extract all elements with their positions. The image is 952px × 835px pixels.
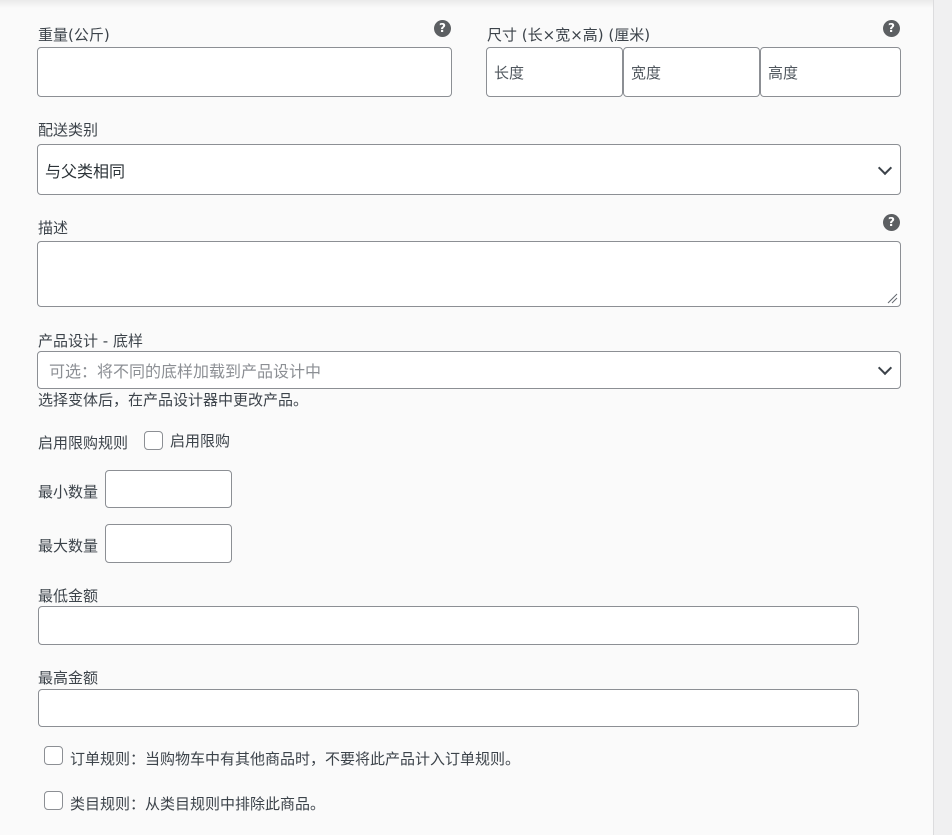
description-help-icon[interactable]: ?	[883, 214, 900, 231]
variation-panel: 重量(公斤) ? 尺寸 (长×宽×高) (厘米) ? 长度 宽度 高度 配送类别…	[0, 0, 934, 835]
dimensions-label: 尺寸 (长×宽×高) (厘米)	[487, 26, 651, 44]
max-amount-label: 最高金额	[38, 669, 99, 687]
design-template-placeholder: 可选：将不同的底样加载到产品设计中	[49, 362, 322, 381]
min-amount-input[interactable]	[38, 606, 859, 645]
shipping-class-selected: 与父类相同	[45, 161, 126, 181]
design-template-label: 产品设计 - 底样	[38, 332, 143, 350]
weight-input[interactable]	[37, 47, 452, 97]
max-qty-label: 最大数量	[38, 537, 99, 555]
description-textarea[interactable]	[37, 241, 901, 307]
min-qty-input[interactable]	[105, 470, 232, 508]
category-rule-label: 类目规则：	[70, 795, 146, 813]
panel-top-shadow	[0, 0, 933, 8]
weight-help-icon[interactable]: ?	[434, 20, 451, 37]
category-rule-text: 从类目规则中排除此商品。	[145, 795, 326, 813]
min-amount-label: 最低金额	[38, 587, 99, 605]
weight-label: 重量(公斤)	[38, 26, 110, 44]
resize-handle-icon[interactable]	[887, 293, 898, 304]
category-rule-checkbox[interactable]	[44, 791, 63, 810]
max-qty-input[interactable]	[105, 524, 232, 563]
order-rule-label: 订单规则：	[70, 750, 146, 768]
height-input[interactable]: 高度	[760, 47, 901, 97]
category-rule-row[interactable]: 类目规则：从类目规则中排除此商品。	[70, 793, 325, 814]
order-rule-text: 当购物车中有其他商品时，不要将此产品计入订单规则。	[145, 750, 521, 768]
description-label: 描述	[38, 219, 69, 237]
purchase-limit-label: 启用限购规则	[38, 434, 129, 452]
order-rule-checkbox[interactable]	[44, 746, 63, 765]
length-input[interactable]: 长度	[486, 47, 623, 97]
design-template-note: 选择变体后，在产品设计器中更改产品。	[38, 391, 309, 409]
shipping-class-label: 配送类别	[38, 121, 99, 139]
chevron-down-icon	[877, 160, 893, 175]
dimensions-help-icon[interactable]: ?	[883, 20, 900, 37]
purchase-limit-checkbox[interactable]	[144, 431, 163, 450]
width-input[interactable]: 宽度	[623, 47, 760, 97]
design-template-select[interactable]: 可选：将不同的底样加载到产品设计中	[37, 351, 901, 389]
purchase-limit-checkbox-label[interactable]: 启用限购	[170, 430, 230, 451]
max-amount-input[interactable]	[38, 689, 859, 727]
chevron-down-icon	[877, 360, 893, 376]
min-qty-label: 最小数量	[38, 483, 99, 501]
shipping-class-select[interactable]: 与父类相同	[37, 144, 901, 195]
order-rule-row[interactable]: 订单规则：当购物车中有其他商品时，不要将此产品计入订单规则。	[70, 748, 520, 769]
